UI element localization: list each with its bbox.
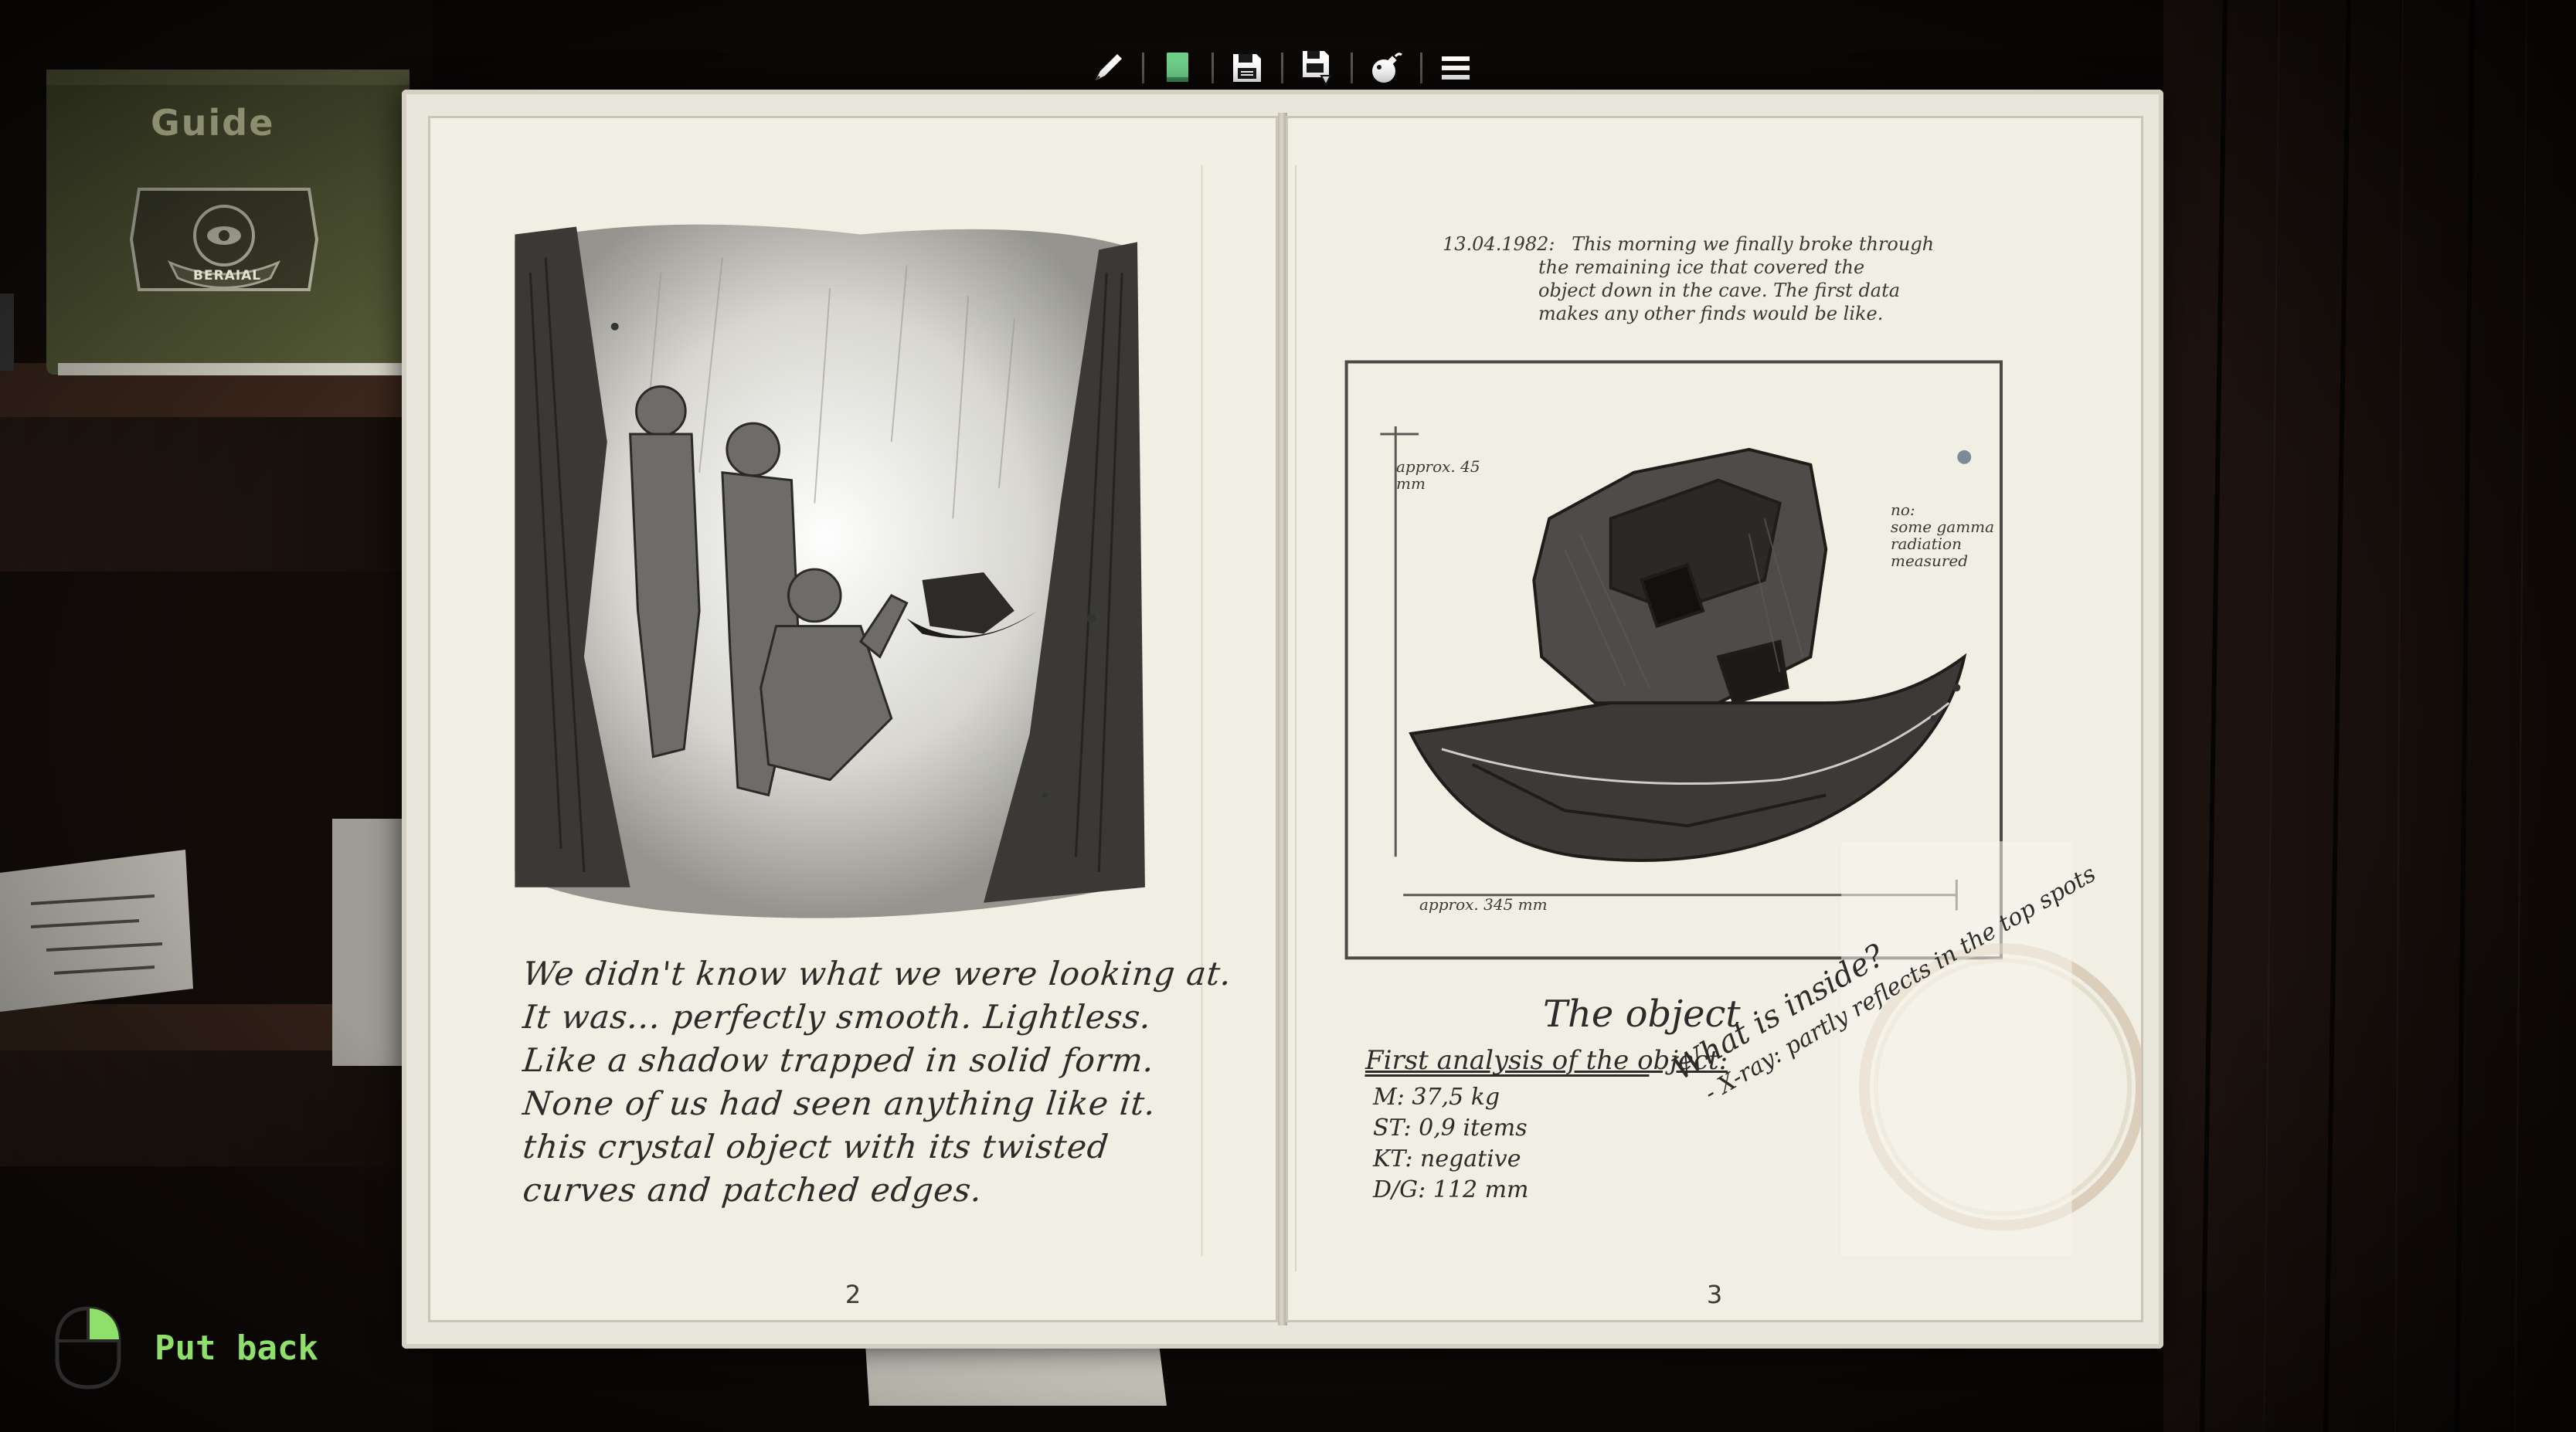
entry-date: 13.04.1982: — [1443, 233, 1555, 255]
page-number-right: 3 — [1706, 1280, 1723, 1309]
handwritten-narrative: We didn't know what we were looking at. … — [521, 952, 1234, 1212]
analysis-line: ST: 0,9 items — [1373, 1115, 1528, 1142]
notebook-button[interactable] — [1154, 43, 1201, 93]
narrative-line: We didn't know what we were looking at. — [521, 955, 1234, 993]
mouse-right-click-icon — [55, 1306, 121, 1390]
analysis-line: KT: negative — [1373, 1145, 1521, 1172]
toolbar-separator — [1141, 53, 1144, 83]
figure-caption: The object — [1543, 993, 1741, 1036]
entry-line: the remaining ice that covered the — [1538, 256, 1865, 278]
pen-tool-button[interactable] — [1085, 43, 1131, 93]
menu-button[interactable] — [1432, 43, 1479, 93]
notebook: We didn't know what we were looking at. … — [402, 90, 2163, 1349]
figure-note: no: some gamma radiation measured — [1891, 501, 1994, 569]
entry-line: makes any other finds would be like. — [1538, 303, 1884, 324]
guide-book-emblem-label: BERAIAL — [193, 268, 262, 283]
figure-note-line: measured — [1891, 551, 1969, 570]
figure-note-line: some gamma — [1891, 517, 1995, 536]
load-icon — [1303, 51, 1332, 87]
put-back-label: Put back — [155, 1328, 318, 1368]
toolbar-separator — [1280, 53, 1283, 83]
put-back-control[interactable]: Put back — [53, 1305, 318, 1390]
entry-line: This morning we finally broke through — [1572, 233, 1935, 255]
analysis-line: M: 37,5 kg — [1373, 1084, 1500, 1111]
bomb-icon — [1372, 53, 1402, 83]
figure-label-width: approx. 345 mm — [1419, 895, 1548, 914]
narrative-line: It was... perfectly smooth. Lightless. — [521, 998, 1154, 1036]
page-number-left: 2 — [845, 1280, 861, 1309]
narrative-line: None of us had seen anything like it. — [521, 1084, 1158, 1122]
notebook-icon — [1167, 53, 1188, 82]
toolbar-separator — [1350, 53, 1353, 83]
notebook-page-left[interactable]: We didn't know what we were looking at. … — [428, 116, 1278, 1322]
toolbar-separator — [1419, 53, 1422, 83]
load-button[interactable] — [1293, 43, 1340, 93]
save-icon — [1233, 54, 1261, 82]
analysis-line: D/G: 112 mm — [1373, 1176, 1529, 1203]
narrative-line: curves and patched edges. — [521, 1171, 984, 1209]
narrative-line: this crystal object with its twisted — [521, 1128, 1111, 1166]
figure-label-height: approx. 45 mm — [1396, 457, 1480, 493]
figure-note-line: no: — [1891, 501, 1915, 519]
save-button[interactable] — [1224, 43, 1270, 93]
notebook-page-right[interactable]: 13.04.1982: This morning we finally brok… — [1286, 116, 2143, 1322]
narrative-line: Like a shadow trapped in solid form. — [521, 1041, 1157, 1079]
toolbar — [1085, 43, 1479, 93]
pen-icon — [1096, 54, 1122, 80]
figure-note-line: radiation — [1891, 534, 1962, 553]
entry-line: object down in the cave. The first data — [1538, 280, 1901, 301]
hint-button[interactable] — [1363, 43, 1409, 93]
guide-book-title: Guide — [151, 102, 275, 144]
hamburger-menu-icon — [1442, 56, 1470, 80]
toolbar-separator — [1211, 53, 1214, 83]
journal-entry: 13.04.1982: This morning we finally brok… — [1443, 232, 1934, 325]
